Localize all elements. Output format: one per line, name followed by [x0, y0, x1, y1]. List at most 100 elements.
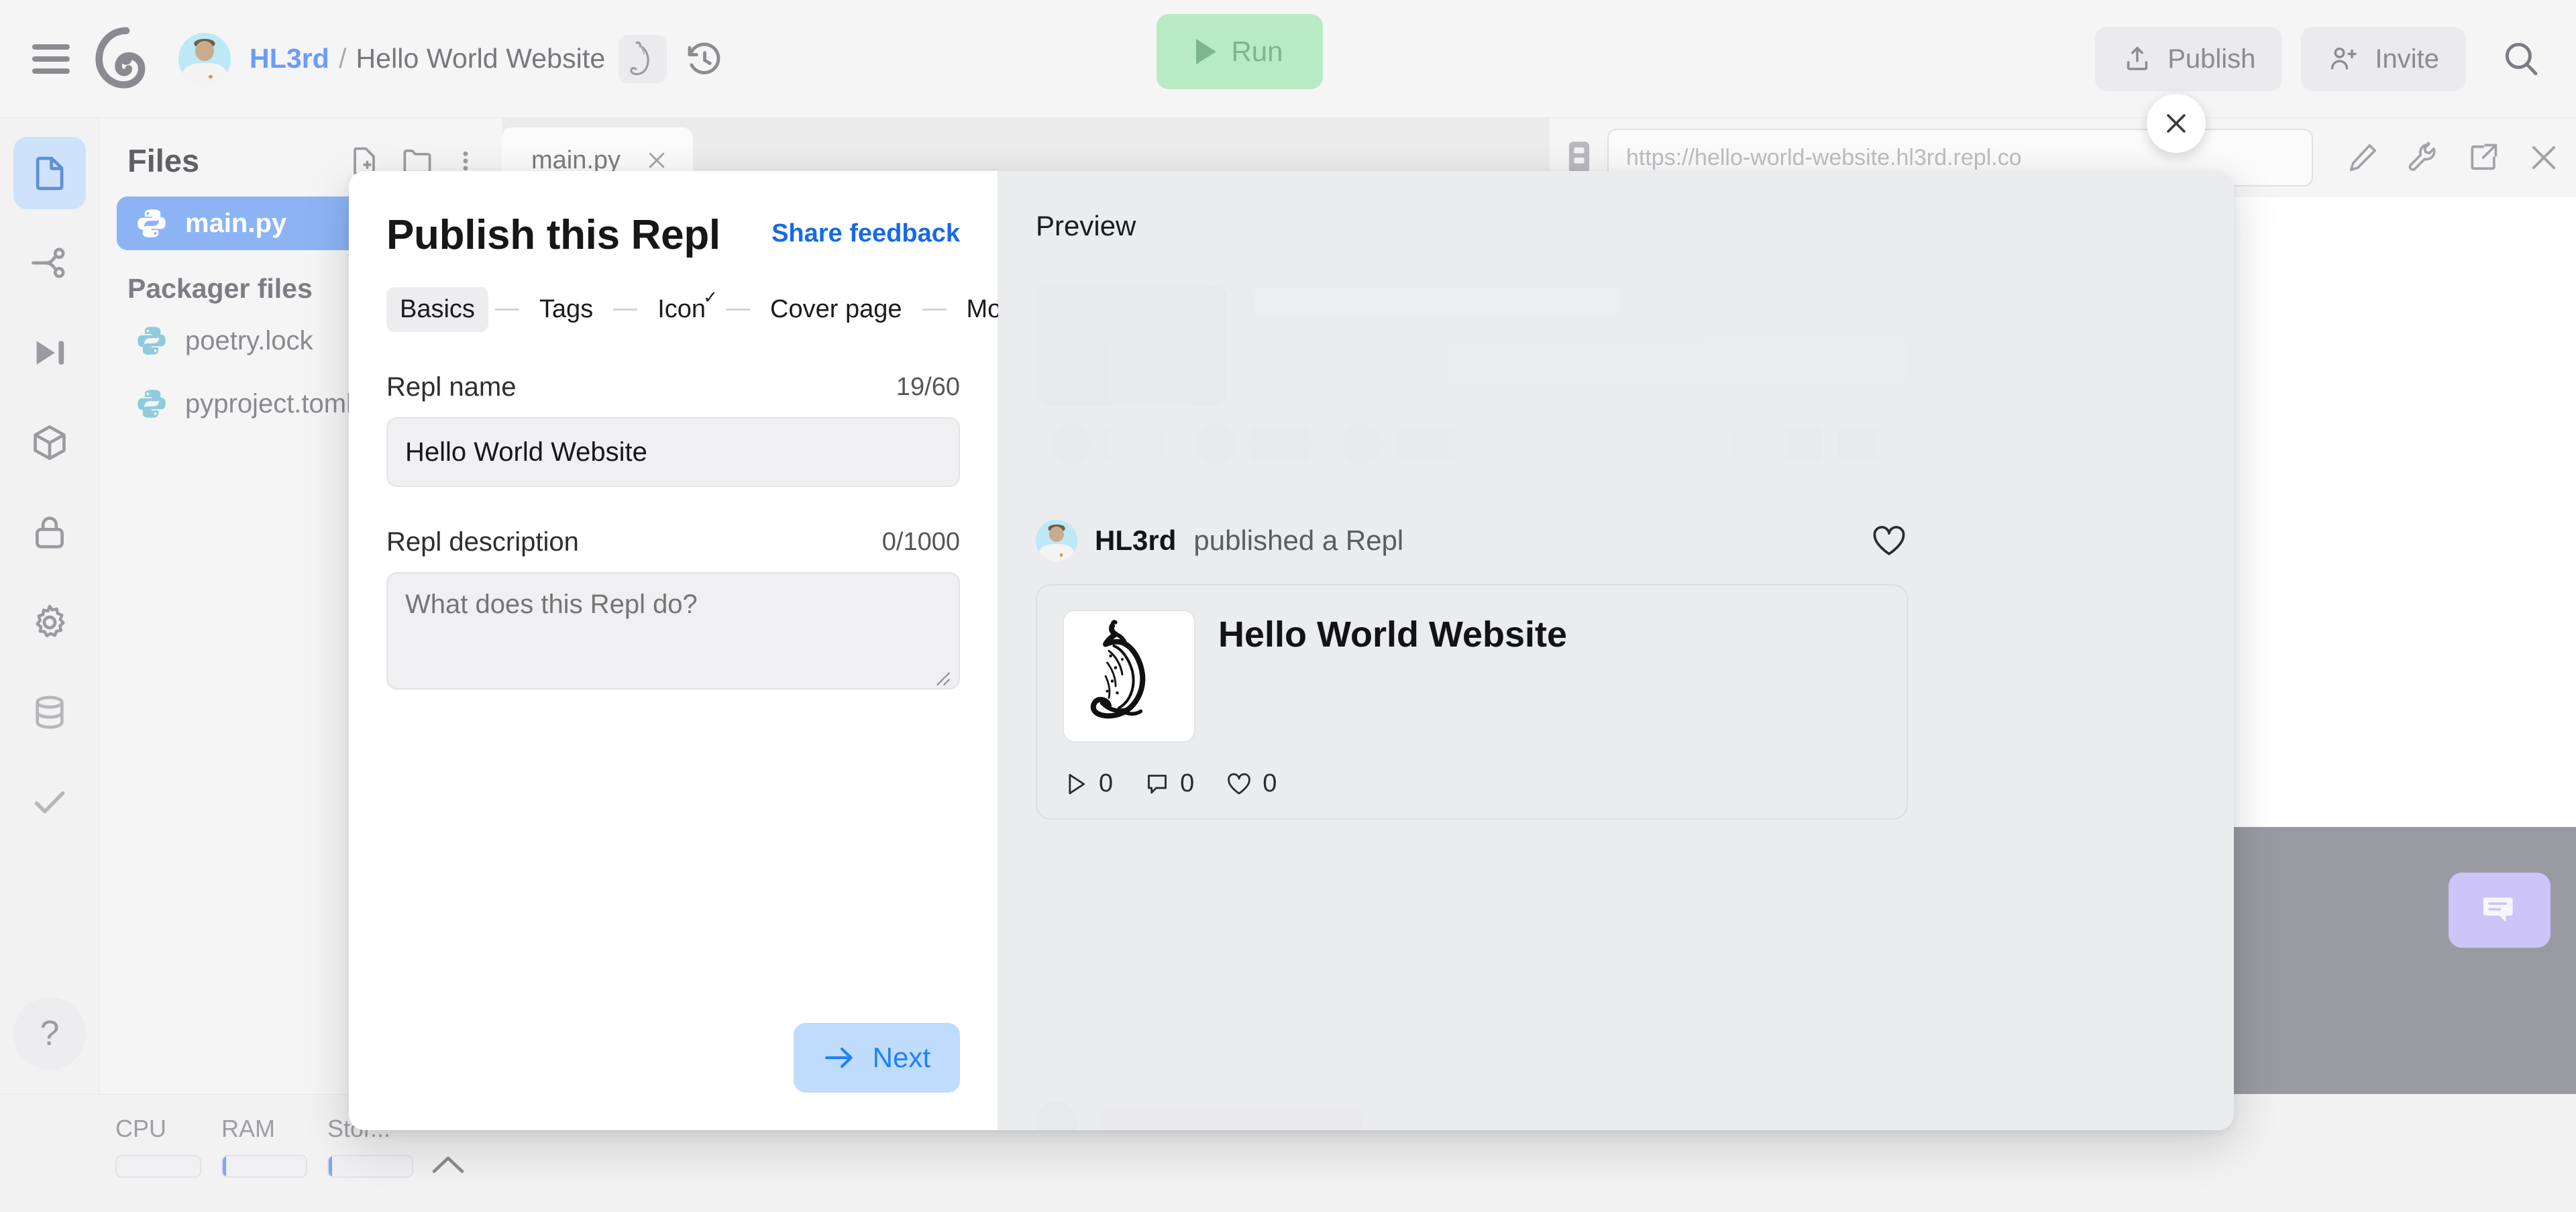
- play-step-icon: [36, 341, 64, 365]
- breadcrumb-repl-title[interactable]: Hello World Website: [356, 43, 605, 74]
- sidebar-item-debugger[interactable]: [13, 317, 86, 389]
- files-panel-header: Files: [99, 118, 502, 179]
- header-right-group: Publish Invite: [2076, 0, 2553, 118]
- external-link-icon[interactable]: [2466, 140, 2501, 175]
- preview-repl-stats: 0 0 0: [1063, 769, 1881, 798]
- sidebar-item-secrets[interactable]: [13, 496, 86, 569]
- skeleton-chip: [1395, 427, 1457, 461]
- invite-button[interactable]: Invite: [2301, 27, 2466, 91]
- skeleton-dot: [1197, 423, 1237, 465]
- help-button[interactable]: ?: [13, 997, 86, 1070]
- repl-icon-button[interactable]: [619, 34, 667, 83]
- publish-modal: Publish this Repl Share feedback Basics …: [349, 171, 2234, 1130]
- skeleton-thumbnail: [1036, 285, 1227, 406]
- repl-name-counter: 19/60: [896, 373, 960, 401]
- sidebar-item-files[interactable]: [13, 137, 86, 209]
- step-basics[interactable]: Basics: [386, 287, 488, 332]
- preview-post-action: published a Repl: [1193, 525, 1404, 556]
- modal-close-button[interactable]: [2147, 94, 2206, 153]
- skeleton-dot: [1343, 423, 1383, 465]
- avatar[interactable]: [1036, 520, 1077, 561]
- chat-bubble-icon: [2483, 897, 2513, 922]
- step-label: Icon: [657, 295, 706, 323]
- repl-description-counter: 0/1000: [881, 528, 960, 556]
- skeleton-chip: [1838, 427, 1927, 461]
- sidebar-item-checks[interactable]: [13, 766, 86, 838]
- skeleton-dot: [1036, 1101, 1077, 1130]
- preview-repl-thumbnail: [1063, 610, 1195, 742]
- close-icon[interactable]: [2526, 140, 2561, 175]
- skeleton-line: [1254, 335, 1908, 382]
- file-icon: [36, 156, 63, 190]
- publish-button[interactable]: Publish: [2095, 27, 2283, 91]
- skeleton-chip: [1733, 427, 1822, 461]
- preview-post-username[interactable]: HL3rd: [1095, 525, 1176, 557]
- avatar[interactable]: [178, 32, 231, 85]
- avatar-badge: [1059, 553, 1063, 557]
- preview-title: Preview: [1036, 210, 1136, 241]
- chevron-up-icon[interactable]: [429, 1151, 467, 1178]
- stat-comments: 0: [1144, 769, 1194, 798]
- heart-icon: [1228, 773, 1251, 794]
- resource-cpu[interactable]: CPU: [115, 1115, 221, 1178]
- step-cover-page[interactable]: Cover page: [757, 287, 915, 332]
- resource-ram[interactable]: RAM: [221, 1115, 327, 1178]
- repl-description-field-group: Repl description 0/1000: [386, 527, 960, 693]
- publish-preview-panel: Preview HL3rd published a Repl Hello Wor…: [998, 171, 2234, 1130]
- breadcrumb-separator: /: [338, 43, 347, 74]
- breadcrumb: HL3rd / Hello World Website: [250, 43, 605, 74]
- sidebar-item-database[interactable]: [13, 676, 86, 749]
- hamburger-menu-button[interactable]: [23, 31, 79, 87]
- step-label: Basics: [400, 295, 475, 323]
- preview-repl-card[interactable]: Hello World Website 0 0 0: [1036, 584, 1908, 820]
- repl-name-input[interactable]: [386, 417, 960, 487]
- replit-logo-icon[interactable]: [94, 26, 158, 91]
- next-button[interactable]: Next: [793, 1023, 960, 1093]
- stat-likes: 0: [1225, 769, 1277, 798]
- python-file-icon: [138, 327, 166, 355]
- upload-icon: [2127, 46, 2148, 70]
- app-root: HL3rd / Hello World Website Run Publish …: [0, 0, 2576, 1212]
- file-item-label: poetry.lock: [185, 325, 313, 355]
- sidebar-item-version-control[interactable]: [13, 227, 86, 299]
- chat-feedback-button[interactable]: [2449, 873, 2551, 948]
- history-button[interactable]: [676, 31, 733, 87]
- resource-fill: [223, 1156, 226, 1176]
- chili-pepper-icon: [630, 41, 649, 75]
- next-button-label: Next: [872, 1042, 930, 1073]
- arrow-right-icon: [824, 1047, 853, 1068]
- step-divider: [613, 309, 638, 311]
- sidebar-item-settings[interactable]: [13, 586, 86, 659]
- git-branch-icon: [31, 247, 64, 278]
- repl-description-wrapper: [386, 557, 960, 693]
- sidebar-item-packages[interactable]: [13, 406, 86, 479]
- repl-name-label: Repl name: [386, 372, 517, 402]
- cube-icon: [33, 425, 66, 460]
- repl-description-field-header: Repl description 0/1000: [386, 527, 960, 557]
- run-button[interactable]: Run: [1157, 14, 1323, 89]
- heart-icon[interactable]: [1870, 523, 1908, 558]
- step-tags[interactable]: Tags: [526, 287, 606, 332]
- hamburger-icon: [32, 44, 70, 74]
- url-text: https://hello-world-website.hl3rd.repl.c…: [1626, 144, 2022, 170]
- step-divider: [494, 309, 519, 311]
- wrench-icon[interactable]: [2406, 140, 2440, 175]
- share-feedback-link[interactable]: Share feedback: [771, 211, 960, 248]
- preview-post-author: HL3rd published a Repl: [1036, 520, 1403, 561]
- resource-label: CPU: [115, 1115, 167, 1142]
- gear-icon: [35, 604, 65, 638]
- page-title: Publish this Repl: [386, 212, 720, 258]
- comment-icon: [1148, 774, 1167, 793]
- close-icon[interactable]: [645, 148, 669, 172]
- step-icon[interactable]: Icon ✓: [644, 287, 719, 332]
- repl-description-input[interactable]: [386, 572, 960, 690]
- pencil-icon[interactable]: [2345, 140, 2380, 175]
- close-icon: [2167, 114, 2186, 133]
- breadcrumb-user[interactable]: HL3rd: [250, 43, 329, 74]
- search-button[interactable]: [2489, 27, 2553, 91]
- person-plus-icon: [2331, 47, 2357, 70]
- avatar-head: [1049, 526, 1065, 543]
- check-icon: [34, 791, 64, 814]
- preview-repl-body: Hello World Website: [1063, 610, 1881, 742]
- avatar-head: [195, 40, 215, 61]
